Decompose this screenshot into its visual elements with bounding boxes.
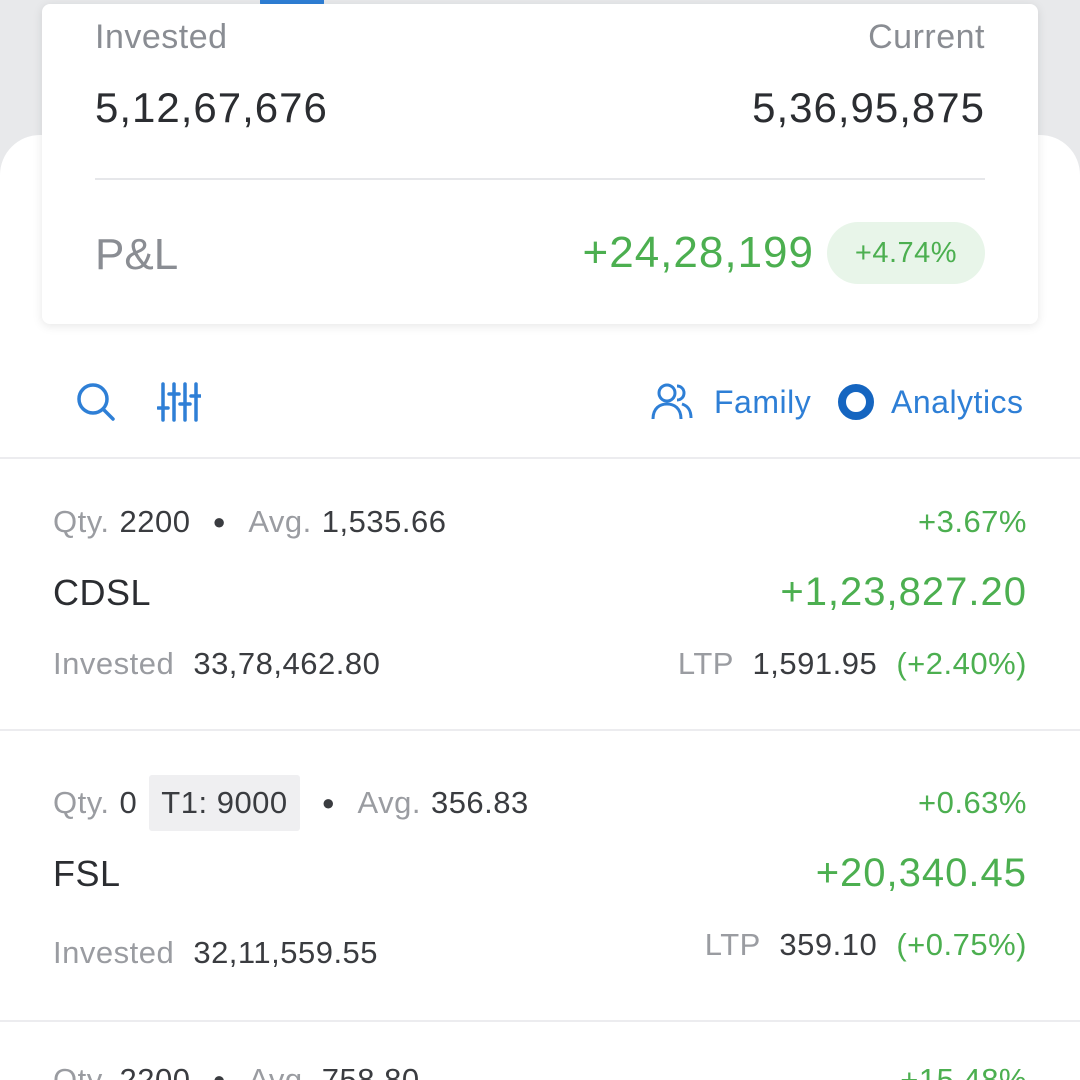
qty-label: Qty. xyxy=(53,504,110,539)
pnl-value: +24,28,199 xyxy=(582,228,814,277)
avg-value: 758.80 xyxy=(321,1062,420,1080)
invested-label: Invested xyxy=(95,18,228,56)
holding-ltp: LTP 359.10 (+0.75%) xyxy=(705,927,1027,963)
avg-label: Avg. xyxy=(248,1062,312,1080)
search-icon[interactable] xyxy=(74,380,118,424)
ltp-label: LTP xyxy=(704,927,761,962)
filter-sliders-icon[interactable] xyxy=(156,380,203,424)
card-divider xyxy=(95,178,985,180)
pnl-label: P&L xyxy=(95,230,179,279)
holding-row[interactable]: Qty. 2200 ● Avg. 758.80 +15.48% xyxy=(0,1022,1080,1080)
ltp-change: (+2.40%) xyxy=(896,646,1027,681)
ltp-value: 1,591.95 xyxy=(752,646,878,681)
holding-pnl: +20,340.45 xyxy=(815,851,1027,895)
portfolio-summary-card: Invested Current 5,12,67,676 5,36,95,875… xyxy=(42,4,1038,324)
holding-symbol: FSL xyxy=(53,853,121,894)
qty-value: 2200 xyxy=(119,504,191,539)
current-value: 5,36,95,875 xyxy=(752,84,985,131)
holding-pnl-percent: +15.48% xyxy=(900,1062,1027,1080)
avg-value: 356.83 xyxy=(430,785,529,820)
family-label: Family xyxy=(714,383,812,420)
avg-label: Avg. xyxy=(357,785,421,820)
holdings-toolbar: Family Analytics xyxy=(0,370,1080,436)
toolbar-divider xyxy=(0,457,1080,459)
invested-value: 5,12,67,676 xyxy=(95,84,328,131)
holding-pnl: +1,23,827.20 xyxy=(780,570,1027,614)
qty-label: Qty. xyxy=(53,785,110,820)
separator-dot: ● xyxy=(321,790,336,815)
separator-dot: ● xyxy=(212,509,227,534)
ltp-change: (+0.75%) xyxy=(896,927,1027,962)
family-button[interactable]: Family xyxy=(650,380,811,424)
t1-quantity-tag: T1: 9000 xyxy=(149,775,300,831)
qty-label: Qty. xyxy=(53,1062,110,1080)
ltp-label: LTP xyxy=(677,646,734,681)
separator-dot: ● xyxy=(212,1067,227,1080)
holding-pnl-percent: +0.63% xyxy=(917,785,1027,820)
holding-invested: Invested 32,11,559.55 xyxy=(53,935,378,971)
qty-value: 0 xyxy=(119,785,138,820)
holding-invested: Invested 33,78,462.80 xyxy=(53,646,380,682)
row-divider xyxy=(0,729,1080,731)
holding-ltp: LTP 1,591.95 (+2.40%) xyxy=(678,646,1027,682)
holding-pnl-percent: +3.67% xyxy=(917,504,1027,539)
holding-meta: Qty. 2200 ● Avg. 758.80 xyxy=(53,1062,420,1080)
family-icon xyxy=(650,382,694,422)
invested-label: Invested xyxy=(53,646,175,681)
holding-symbol: CDSL xyxy=(53,572,152,613)
invested-value: 33,78,462.80 xyxy=(193,646,381,681)
holding-meta: Qty. 0 T1: 9000 ● Avg. 356.83 xyxy=(53,775,529,831)
current-label: Current xyxy=(868,18,985,56)
invested-value: 32,11,559.55 xyxy=(193,935,379,970)
ltp-value: 359.10 xyxy=(779,927,878,962)
analytics-donut-icon xyxy=(836,382,876,422)
qty-value: 2200 xyxy=(119,1062,191,1080)
holding-row[interactable]: Qty. 2200 ● Avg. 1,535.66 +3.67% CDSL +1… xyxy=(0,460,1080,730)
pnl-percent-badge: +4.74% xyxy=(827,222,985,284)
avg-label: Avg. xyxy=(248,504,312,539)
holding-row[interactable]: Qty. 0 T1: 9000 ● Avg. 356.83 +0.63% FSL… xyxy=(0,741,1080,1011)
holding-meta: Qty. 2200 ● Avg. 1,535.66 xyxy=(53,504,446,540)
analytics-label: Analytics xyxy=(891,383,1024,420)
avg-value: 1,535.66 xyxy=(321,504,447,539)
invested-label: Invested xyxy=(53,935,175,970)
analytics-button[interactable]: Analytics xyxy=(836,380,1024,424)
